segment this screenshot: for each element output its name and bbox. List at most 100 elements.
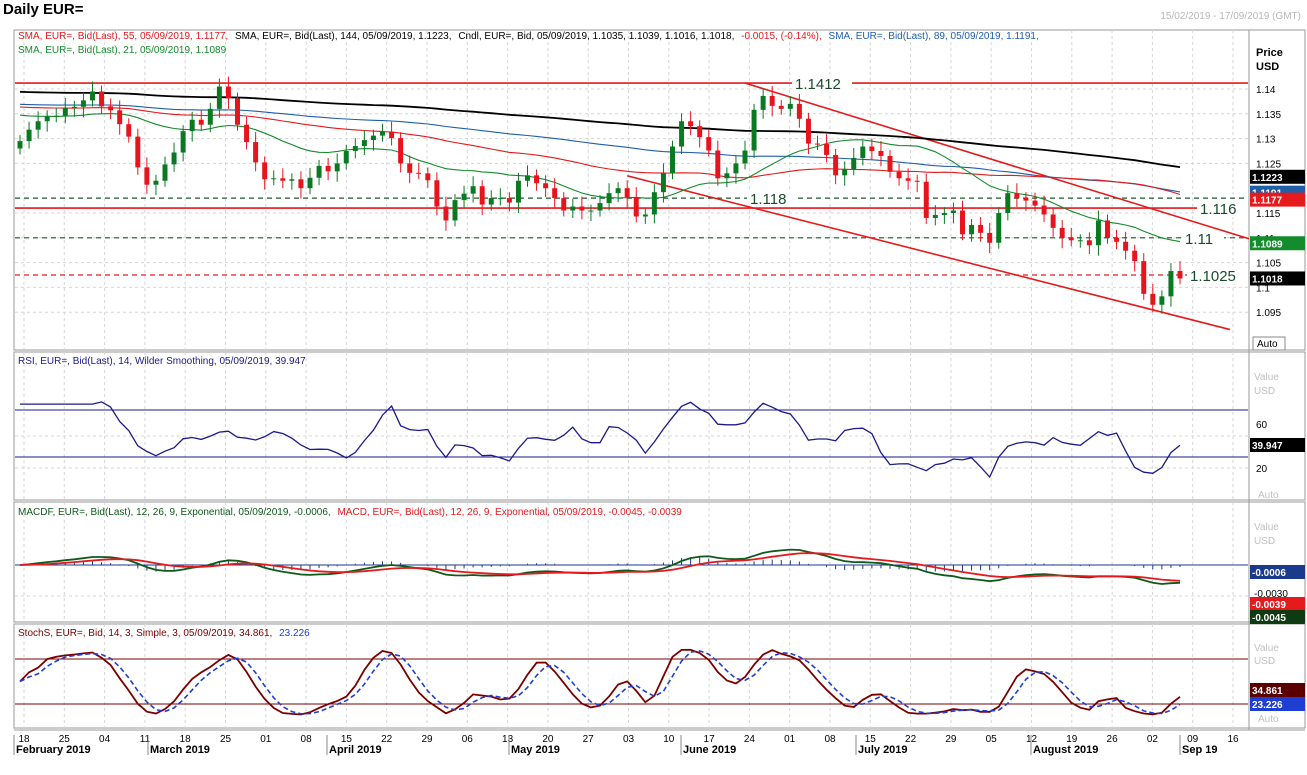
candle-body	[216, 86, 222, 109]
candle-body	[1041, 205, 1047, 215]
price-tag-label: 1.1089	[1252, 239, 1283, 250]
candle-body	[135, 136, 141, 168]
candle-body	[579, 206, 585, 211]
price-tick-label: 1.105	[1256, 259, 1281, 270]
macd-signal-tag: -0.0039	[1252, 600, 1286, 611]
candle-body	[470, 186, 476, 194]
candle-body	[561, 198, 567, 211]
candle-body	[461, 193, 467, 201]
candle-body	[796, 103, 802, 119]
stoch-usd-header: USD	[1254, 656, 1275, 667]
candle-body	[651, 192, 657, 215]
stoch-panel	[13, 623, 1306, 729]
x-tick-label: 11	[140, 734, 151, 745]
candle-body	[325, 165, 331, 172]
x-tick-label: 10	[663, 734, 675, 745]
x-tick-label: 29	[945, 734, 957, 745]
candle-body	[588, 210, 594, 212]
candle-body	[996, 213, 1002, 243]
candle-body	[679, 121, 685, 147]
x-tick-label: 08	[301, 734, 313, 745]
candlesticks	[17, 76, 1183, 314]
x-tick-label: 26	[1107, 734, 1119, 745]
trend-channel	[626, 82, 1250, 331]
candle-body	[225, 86, 231, 99]
candle-body	[805, 118, 811, 144]
candle-body	[398, 138, 404, 164]
candle-body	[298, 179, 304, 189]
candle-body	[53, 115, 59, 117]
macd-panel	[13, 501, 1306, 623]
candle-body	[361, 140, 367, 147]
candle-body	[262, 162, 268, 180]
legend-stoch: StochS, EUR=, Bid, 14, 3, Simple, 3, 05/…	[18, 628, 310, 639]
candle-body	[316, 165, 322, 178]
candle-body	[253, 142, 259, 163]
candle-body	[842, 169, 848, 176]
candle-body	[434, 180, 440, 207]
x-tick-label: 05	[986, 734, 998, 745]
candle-body	[960, 210, 965, 235]
macdf-tag: -0.0006	[1252, 568, 1286, 579]
x-tick-label: 01	[260, 734, 272, 745]
candle-body	[1059, 227, 1065, 238]
candle-body	[370, 135, 376, 141]
candle-body	[1014, 193, 1020, 199]
candle-body	[1114, 237, 1120, 242]
candle-body	[108, 106, 114, 111]
candle-body	[742, 150, 748, 164]
candle-body	[307, 177, 313, 189]
level-label: 1.116	[1200, 201, 1236, 218]
chart-canvas[interactable]: 1.1412 1.118 1.116 1.11 1.1025 1.14 1.135 1.13…	[0, 0, 1307, 775]
candle-body	[117, 110, 123, 125]
level-label: 1.118	[750, 191, 786, 208]
candle-body	[751, 109, 757, 151]
legend-sma55: SMA, EUR=, Bid(Last), 55, 05/09/2019, 1.…	[18, 31, 228, 42]
candle-body	[1050, 214, 1056, 228]
candle-body	[280, 178, 286, 181]
candle-body	[833, 154, 839, 176]
x-tick-label: 29	[421, 734, 433, 745]
price-tick-label: 1.095	[1256, 308, 1281, 319]
value-tags: 1.12231.11911.11771.10891.101839.947-0.0…	[1250, 169, 1305, 711]
rsi-usd-header: USD	[1254, 386, 1275, 397]
candle-body	[941, 213, 947, 215]
candle-body	[525, 175, 530, 181]
stoch-d-tag: 23.226	[1252, 700, 1283, 711]
candle-body	[26, 129, 32, 142]
legend-macd: MACDF, EUR=, Bid(Last), 12, 26, 9, Expon…	[18, 507, 682, 518]
candle-body	[1132, 250, 1138, 262]
candle-body	[706, 137, 712, 151]
candle-body	[62, 107, 68, 116]
candle-body	[153, 180, 159, 185]
candle-body	[479, 186, 485, 205]
candle-body	[515, 180, 521, 203]
price-tag-label: 1.1223	[1252, 173, 1283, 184]
month-label: February 2019	[16, 744, 91, 756]
x-tick-label: 06	[462, 734, 474, 745]
candle-body	[860, 146, 866, 158]
candle-body	[1005, 193, 1011, 213]
candle-body	[235, 98, 240, 125]
candle-body	[207, 108, 213, 125]
candle-body	[552, 188, 558, 199]
sma-21-line	[19, 113, 1181, 243]
candle-body	[1159, 296, 1165, 305]
candle-body	[1023, 198, 1029, 201]
candle-body	[815, 143, 820, 145]
candle-body	[1032, 200, 1038, 206]
candle-body	[380, 131, 385, 136]
candle-body	[824, 144, 830, 155]
candle-body	[99, 91, 105, 107]
x-tick-label: 03	[623, 734, 635, 745]
candle-body	[452, 200, 458, 221]
axes-labels: 1.141.1351.131.1251.1151.111.1051.11.095…	[13, 85, 1305, 756]
rsi-tick-60: 60	[1256, 420, 1268, 431]
legend-macdf: MACDF, EUR=, Bid(Last), 12, 26, 9, Expon…	[18, 507, 331, 518]
auto-label: Auto	[1257, 339, 1278, 350]
candle-body	[126, 124, 132, 137]
candle-body	[769, 95, 775, 106]
macd-signal-line	[19, 552, 1181, 582]
candle-body	[878, 151, 884, 156]
candle-body	[334, 163, 340, 172]
